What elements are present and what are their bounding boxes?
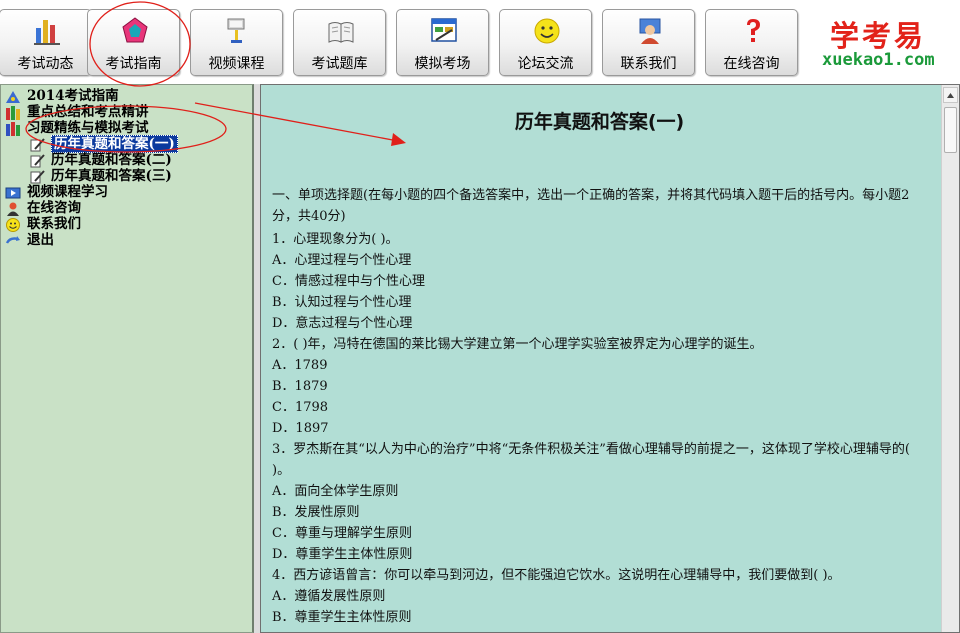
toolbar-button-label: 考试指南 bbox=[105, 56, 162, 72]
tree-item-contact[interactable]: 联系我们 bbox=[5, 216, 178, 232]
navigation-tree-panel: 2014考试指南 重点总结和考点精讲 习题精练与模拟考试 历年真题和答案(一) … bbox=[0, 84, 254, 633]
toolbar-button-exam-guide[interactable]: 考试指南 bbox=[87, 9, 180, 76]
guide-icon bbox=[6, 90, 20, 103]
answer-option: D．1897 bbox=[272, 421, 329, 436]
toolbar-button-mock-exam[interactable]: 模拟考场 bbox=[396, 9, 489, 76]
tree-item-label: 视频课程学习 bbox=[27, 184, 108, 200]
tree-item-label: 习题精练与模拟考试 bbox=[27, 120, 149, 136]
tree-item-label: 重点总结和考点精讲 bbox=[27, 104, 149, 120]
tree-item-practice-exam[interactable]: 习题精练与模拟考试 bbox=[5, 120, 178, 136]
toolbar-button-label: 考试动态 bbox=[17, 56, 74, 72]
pencil-icon bbox=[30, 153, 45, 167]
question-text: 4．西方谚语曾言：你可以牵马到河边，但不能强迫它饮水。这说明在心理辅导中，我们要… bbox=[272, 568, 841, 583]
tree-item-label: 历年真题和答案(三) bbox=[51, 168, 172, 184]
answer-option: B．尊重学生主体性原则 bbox=[272, 610, 412, 625]
tree-item-key-points[interactable]: 重点总结和考点精讲 bbox=[5, 104, 178, 120]
answer-option: C．1798 bbox=[272, 400, 329, 415]
question-text: 2．( )年，冯特在德国的莱比锡大学建立第一个心理学实验室被界定为心理学的诞生。 bbox=[272, 337, 763, 352]
question-icon bbox=[747, 19, 760, 42]
site-logo: 学考易 xuekao1.com bbox=[808, 9, 956, 76]
question-text: 3．罗杰斯在其“以人为中心的治疗”中将“无条件积极关注”看做心理辅导的前提之一，… bbox=[272, 442, 910, 478]
toolbar-button-label: 考试题库 bbox=[311, 56, 368, 72]
toolbar-button-label: 论坛交流 bbox=[517, 56, 574, 72]
content-pane: 历年真题和答案(一) 一、单项选择题(在每小题的四个备选答案中，选出一个正确的答… bbox=[260, 84, 960, 633]
toolbar-button-label: 联系我们 bbox=[620, 56, 677, 72]
toolbar-button-forum[interactable]: 论坛交流 bbox=[499, 9, 592, 76]
pentagon-icon bbox=[122, 17, 148, 43]
exam-window-icon bbox=[431, 18, 457, 42]
tree-item-video-study[interactable]: 视频课程学习 bbox=[5, 184, 178, 200]
toolbar-button-video-course[interactable]: 视频课程 bbox=[190, 9, 283, 76]
answer-option: D．尊重学生主体性原则 bbox=[272, 547, 413, 562]
exit-icon bbox=[5, 235, 20, 244]
answer-option: B．认知过程与个性心理 bbox=[272, 295, 412, 310]
document-title: 历年真题和答案(一) bbox=[514, 111, 685, 133]
answer-option: A．遵循发展性原则 bbox=[272, 589, 386, 604]
smiley-icon bbox=[534, 18, 560, 44]
answer-option: B．1879 bbox=[272, 379, 328, 394]
tree-item-label: 退出 bbox=[27, 232, 54, 248]
pencil-icon bbox=[30, 169, 45, 183]
person-icon bbox=[7, 202, 19, 216]
chart-icon bbox=[34, 20, 60, 45]
tree-item-past-papers-1[interactable]: 历年真题和答案(一) bbox=[5, 135, 178, 153]
toolbar-button-exam-news[interactable]: 考试动态 bbox=[0, 9, 92, 76]
answer-option: A．1789 bbox=[272, 358, 328, 373]
tree-item-label: 联系我们 bbox=[27, 216, 81, 232]
tree-item-label-selected: 历年真题和答案(一) bbox=[51, 135, 178, 153]
toolbar-button-label: 在线咨询 bbox=[723, 56, 780, 72]
answer-option: A．心理过程与个性心理 bbox=[272, 253, 412, 268]
tree-item-label: 2014考试指南 bbox=[27, 88, 119, 104]
tree-item-past-papers-2[interactable]: 历年真题和答案(二) bbox=[5, 152, 178, 168]
tree-item-label: 历年真题和答案(二) bbox=[51, 152, 172, 168]
answer-option: B．发展性原则 bbox=[272, 505, 360, 520]
arrow-up-icon bbox=[947, 93, 954, 98]
toolbar-button-online-consult[interactable]: 在线咨询 bbox=[705, 9, 798, 76]
smiley-icon bbox=[6, 217, 20, 232]
books-icon bbox=[6, 121, 20, 136]
tree-item-past-papers-3[interactable]: 历年真题和答案(三) bbox=[5, 168, 178, 184]
book-icon bbox=[328, 22, 354, 43]
answer-option: D．意志过程与个性心理 bbox=[272, 316, 413, 331]
logo-domain: xuekao1.com bbox=[822, 50, 935, 70]
tree-item-label: 在线咨询 bbox=[27, 200, 81, 216]
scrollbar-thumb[interactable] bbox=[944, 107, 957, 153]
logo-chinese: 学考易 bbox=[830, 19, 927, 53]
navigation-tree: 2014考试指南 重点总结和考点精讲 习题精练与模拟考试 历年真题和答案(一) … bbox=[5, 88, 178, 248]
scroll-up-button[interactable] bbox=[943, 87, 958, 103]
vertical-scrollbar[interactable] bbox=[941, 85, 959, 632]
video-icon bbox=[5, 187, 21, 198]
toolbar-button-contact[interactable]: 联系我们 bbox=[602, 9, 695, 76]
tree-item-exam-guide[interactable]: 2014考试指南 bbox=[5, 88, 178, 104]
toolbar-button-label: 模拟考场 bbox=[414, 56, 471, 72]
tree-item-exit[interactable]: 退出 bbox=[5, 232, 178, 248]
toolbar: 考试动态 考试指南 视频课程 考试题库 模拟考场 论坛交流 联系我们 在线咨询 … bbox=[0, 0, 960, 84]
answer-option: C．尊重与理解学生原则 bbox=[272, 526, 412, 541]
toolbar-button-question-bank[interactable]: 考试题库 bbox=[293, 9, 386, 76]
answer-option: C．情感过程中与个性心理 bbox=[272, 274, 425, 289]
projector-icon bbox=[227, 18, 245, 43]
answer-option: A．面向全体学生原则 bbox=[272, 484, 399, 499]
section-intro: 一、单项选择题(在每小题的四个备选答案中，选出一个正确的答案，并将其代码填入题干… bbox=[272, 188, 910, 224]
question-text: 1．心理现象分为( )。 bbox=[272, 232, 399, 247]
books-icon bbox=[6, 105, 20, 120]
toolbar-button-label: 视频课程 bbox=[208, 56, 265, 72]
tree-item-online-consult[interactable]: 在线咨询 bbox=[5, 200, 178, 216]
pencil-icon bbox=[30, 137, 45, 151]
people-icon bbox=[639, 18, 661, 44]
